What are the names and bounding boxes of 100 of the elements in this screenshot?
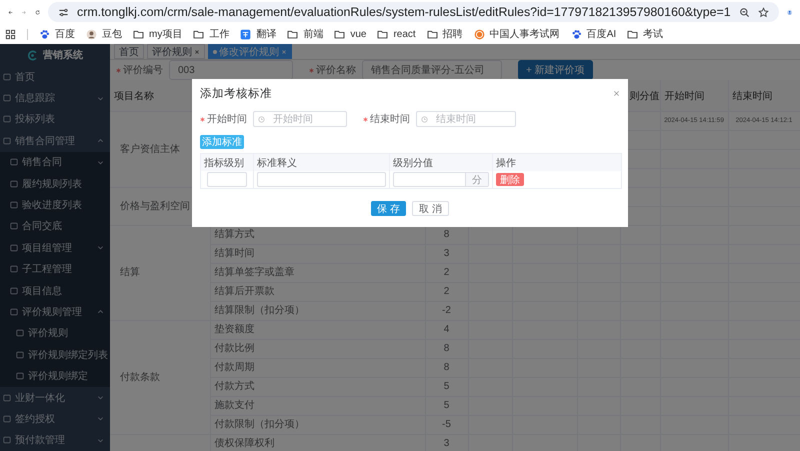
bookmark-item[interactable]: 中国人事考试网	[474, 27, 560, 41]
menu-item[interactable]: 项目信息	[0, 280, 110, 302]
menu-item[interactable]: 合同交底	[0, 216, 110, 238]
page-tab[interactable]: 评价规则	[147, 44, 205, 59]
menu-item[interactable]: 项目组管理	[0, 237, 110, 259]
new-item-button[interactable]: + 新建评价项	[518, 60, 593, 80]
table-cell: 结算时间	[214, 248, 254, 259]
input-field[interactable]: 分	[393, 172, 489, 187]
page-tab[interactable]: 首页	[114, 44, 144, 59]
bookmark-item[interactable]: 前端	[287, 27, 324, 41]
bookmark-item[interactable]: 考试	[627, 27, 664, 41]
table-cell: 结算	[120, 267, 140, 278]
menu-icon	[3, 394, 11, 402]
table-cell: 5	[444, 400, 450, 411]
folder-icon	[133, 28, 144, 40]
tune-icon	[58, 6, 70, 18]
menu-item[interactable]: 子工程管理	[0, 258, 110, 280]
table-cell: 结算单签字或盖章	[214, 267, 294, 278]
menu-item[interactable]: 销售合同管理	[0, 130, 110, 152]
menu-item[interactable]: 签约授权	[0, 408, 110, 430]
menu-icon	[10, 265, 18, 274]
unit-suffix: 分	[465, 173, 488, 186]
menu-item[interactable]: 投标列表	[0, 108, 110, 130]
date-field[interactable]: 开始时间	[253, 111, 347, 127]
column-header: 操作	[496, 156, 516, 170]
menu-icon	[3, 414, 11, 423]
table-cell: 付款比例	[214, 343, 254, 354]
bookmark-item[interactable]: 百度AI	[570, 27, 616, 41]
menu-icon	[3, 94, 11, 102]
folder-icon	[287, 28, 298, 40]
star-icon[interactable]	[758, 6, 769, 18]
menu-item[interactable]: 业财一体化	[0, 386, 110, 408]
table-cell: 付款周期	[214, 362, 254, 373]
bookmark-item[interactable]: 工作	[193, 27, 230, 41]
menu-item[interactable]: 评价规则绑定列表	[0, 344, 110, 366]
bookmark-item[interactable]: 招聘	[426, 27, 463, 41]
delete-button[interactable]: 删除	[496, 173, 524, 186]
menu-item[interactable]: 预付款管理	[0, 430, 110, 451]
folder-icon	[193, 28, 204, 40]
menu-item[interactable]: 评价规则	[0, 322, 110, 344]
menu-icon	[10, 201, 18, 210]
paw-icon	[39, 28, 50, 40]
clock-icon	[258, 116, 265, 122]
table-cell: 施款支付	[214, 400, 254, 411]
table-cell: -5	[442, 419, 451, 430]
paw-icon	[570, 28, 582, 40]
folder-icon	[334, 28, 346, 40]
column-header: 标准释义	[257, 156, 297, 170]
bookmark-item[interactable]: vue	[334, 28, 366, 40]
cancel-button[interactable]: 取 消	[412, 201, 449, 216]
zoom-icon[interactable]	[738, 6, 750, 18]
bookmark-item[interactable]: my项目	[133, 27, 182, 41]
input-field[interactable]	[207, 172, 247, 187]
date-field[interactable]: 结束时间	[416, 111, 516, 127]
bookmark-item[interactable]: 百度	[39, 27, 75, 41]
table-cell: 付款方式	[214, 381, 254, 392]
column-header: 级别分值	[393, 156, 433, 170]
url-text: crm.tonglkj.com/crm/sale-management/evaluationRules/system-rulesList/editRules?id=1779718213957980160&type=1	[77, 5, 731, 19]
menu-item[interactable]: 首页	[0, 66, 110, 88]
menu-icon	[10, 286, 18, 295]
input-field[interactable]	[257, 172, 386, 187]
table-cell: 8	[444, 343, 450, 354]
save-button[interactable]: 保 存	[371, 201, 406, 216]
field-label: 评价编号	[123, 64, 163, 77]
add-standard-button[interactable]: 添加标准	[200, 135, 244, 149]
table-cell: 债权保障权利	[214, 438, 274, 449]
table-cell: 结算后开票款	[214, 286, 274, 297]
table-cell: 付款限制（扣分项）	[214, 419, 304, 430]
menu-icon	[10, 222, 18, 230]
menu-item[interactable]: 评价规则管理	[0, 301, 110, 323]
menu-item[interactable]: 评价规则绑定	[0, 365, 110, 387]
menu-icon	[3, 115, 11, 124]
menu-icon	[16, 329, 24, 338]
table-cell: 价格与盈利空间	[120, 200, 190, 212]
table-cell: 垫资额度	[214, 324, 254, 335]
seal-icon	[474, 28, 485, 40]
menu-item[interactable]: 验收进度列表	[0, 194, 110, 216]
page-tab[interactable]: 修改评价规则	[208, 44, 292, 59]
menu-icon	[16, 372, 24, 380]
address-bar[interactable]: crm.tonglkj.com/crm/sale-management/evaluationRules/system-rulesList/editRules?id=1779718213957980160&type=1	[48, 2, 779, 22]
column-header: 指标级别	[204, 156, 244, 170]
close-icon[interactable]	[613, 90, 620, 96]
field-label: 评价名称	[316, 64, 356, 77]
menu-icon	[10, 180, 18, 188]
table-cell: 8	[444, 362, 450, 373]
field-label: 结束时间	[370, 112, 410, 126]
menu-item[interactable]: 信息跟踪	[0, 87, 110, 109]
app-title: 营销系统	[43, 48, 83, 62]
menu-icon	[3, 436, 11, 444]
apps-grid-icon[interactable]	[5, 28, 16, 40]
dialog-title: 添加考核标准	[200, 86, 272, 100]
bookmark-item[interactable]: react	[377, 28, 416, 40]
bookmark-item[interactable]: 豆包	[86, 27, 122, 41]
menu-item[interactable]: 销售合同	[0, 152, 110, 173]
bookmark-item[interactable]: 翻译	[240, 27, 276, 41]
clock-icon	[421, 116, 428, 122]
menu-icon	[3, 72, 11, 81]
folder-icon	[426, 28, 438, 40]
column-header: 则分值	[630, 90, 660, 102]
menu-item[interactable]: 履约规则列表	[0, 172, 110, 194]
